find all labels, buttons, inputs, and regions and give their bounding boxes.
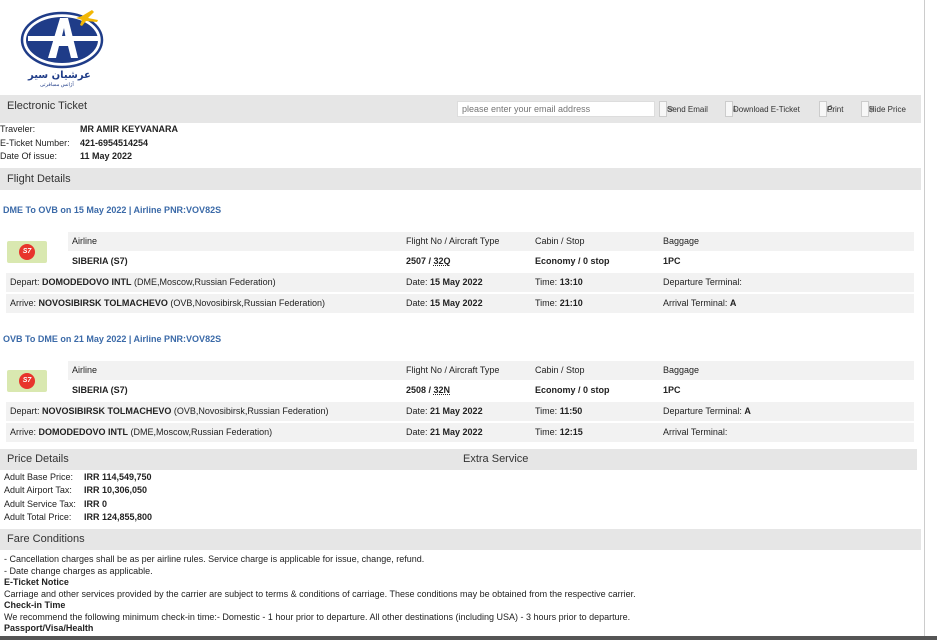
flight-header-row: Airline Flight No / Aircraft Type Cabin … xyxy=(68,361,914,380)
depart-row: Depart: NOVOSIBIRSK TOLMACHEVO (OVB,Novo… xyxy=(6,402,914,421)
fare-line: - Cancellation charges shall be as per a… xyxy=(4,554,425,564)
route-title-1: DME To OVB on 15 May 2022 | Airline PNR:… xyxy=(3,205,222,215)
route-title-2: OVB To DME on 21 May 2022 | Airline PNR:… xyxy=(3,334,222,344)
flight-info-row: SIBERIA (S7) 2507 / 32Q Economy / 0 stop… xyxy=(72,256,681,266)
e-ticket-page: عرشيان سير آژانس مسافرتی Electronic Tick… xyxy=(0,0,925,640)
email-input[interactable] xyxy=(457,101,655,117)
arrive-row: Arrive: DOMODEDOVO INTL (DME,Moscow,Russ… xyxy=(6,423,914,442)
depart-row: Depart: DOMODEDOVO INTL (DME,Moscow,Russ… xyxy=(6,273,914,292)
brand-tagline: آژانس مسافرتی xyxy=(40,82,74,88)
brand-name: عرشيان سير xyxy=(28,70,91,81)
fare-heading: Passport/Visa/Health xyxy=(4,623,94,633)
hide-price-button[interactable]: $ Hide Price xyxy=(861,101,906,117)
print-button[interactable]: ⎙ Print xyxy=(819,101,843,117)
airline-logo-s7: S7 xyxy=(7,370,47,392)
fare-line: Carriage and other services provided by … xyxy=(4,589,636,599)
fare-line: We recommend the following minimum check… xyxy=(4,612,631,622)
flight-details-header: Flight Details xyxy=(0,168,921,190)
traveler-name: MR AMIR KEYVANARA xyxy=(80,124,178,134)
flight-header-row: Airline Flight No / Aircraft Type Cabin … xyxy=(68,232,914,251)
airline-name: SIBERIA (S7) xyxy=(72,256,128,266)
airline-logo-s7: S7 xyxy=(7,241,47,263)
issue-date: 11 May 2022 xyxy=(80,151,133,161)
download-eticket-button[interactable]: ⤓ Download E-Ticket xyxy=(725,101,800,117)
send-email-button[interactable]: ✉ Send Email xyxy=(659,101,708,117)
fare-line: - Date change charges as applicable. xyxy=(4,566,153,576)
fare-heading: E-Ticket Notice xyxy=(4,577,69,587)
page-title: Electronic Ticket xyxy=(7,100,88,112)
flight-info-row: SIBERIA (S7) 2508 / 32N Economy / 0 stop… xyxy=(72,385,681,395)
bottom-edge xyxy=(0,636,937,640)
aircraft-type: 32N xyxy=(433,385,451,395)
fare-heading: Check-in Time xyxy=(4,600,66,610)
ticket-toolbar: Electronic Ticket ✉Send Email ⤓Download … xyxy=(0,95,921,123)
price-details-header: Price Details Extra Service xyxy=(0,449,917,470)
airline-name: SIBERIA (S7) xyxy=(72,385,128,395)
arrive-row: Arrive: NOVOSIBIRSK TOLMACHEVO (OVB,Novo… xyxy=(6,294,914,313)
aircraft-type: 32Q xyxy=(433,256,451,266)
extra-service-title: Extra Service xyxy=(463,453,529,465)
price-details-title: Price Details xyxy=(7,453,69,465)
ticket-number: 421-6954514254 xyxy=(80,138,149,148)
fare-conditions-header: Fare Conditions xyxy=(0,529,921,550)
